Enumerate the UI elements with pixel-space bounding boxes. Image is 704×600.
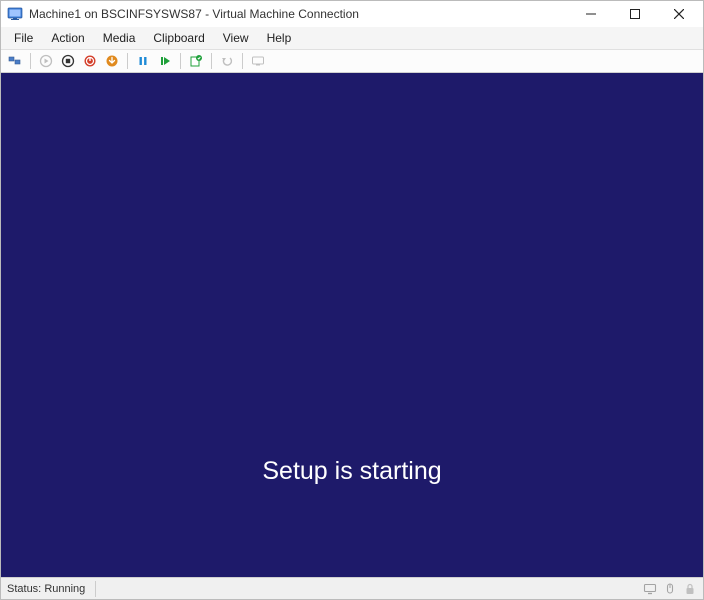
toolbar-separator <box>180 53 181 69</box>
pause-button[interactable] <box>133 51 153 71</box>
menu-view[interactable]: View <box>214 29 258 47</box>
app-icon <box>7 6 23 22</box>
menu-media[interactable]: Media <box>94 29 145 47</box>
enhanced-session-button <box>248 51 268 71</box>
toolbar-separator <box>30 53 31 69</box>
turn-off-button[interactable] <box>58 51 78 71</box>
vm-display-area[interactable]: Setup is starting <box>1 73 703 577</box>
menu-help[interactable]: Help <box>258 29 301 47</box>
status-value: Running <box>44 583 85 595</box>
title-bar: Machine1 on BSCINFSYSWS87 - Virtual Mach… <box>1 1 703 27</box>
display-icon <box>643 582 657 596</box>
maximize-button[interactable] <box>613 1 657 27</box>
status-label: Status: <box>7 583 41 595</box>
toolbar-separator <box>211 53 212 69</box>
status-icons <box>643 582 697 596</box>
start-button <box>36 51 56 71</box>
window-controls <box>569 1 701 27</box>
revert-button <box>217 51 237 71</box>
window-title: Machine1 on BSCINFSYSWS87 - Virtual Mach… <box>29 7 569 21</box>
checkpoint-button[interactable] <box>186 51 206 71</box>
reset-button[interactable] <box>155 51 175 71</box>
setup-message: Setup is starting <box>262 457 441 486</box>
lock-icon <box>683 582 697 596</box>
ctrl-alt-del-button[interactable] <box>5 51 25 71</box>
toolbar-separator <box>242 53 243 69</box>
toolbar-separator <box>127 53 128 69</box>
menu-bar: File Action Media Clipboard View Help <box>1 27 703 49</box>
close-button[interactable] <box>657 1 701 27</box>
menu-clipboard[interactable]: Clipboard <box>144 29 213 47</box>
status-separator <box>95 581 96 597</box>
menu-action[interactable]: Action <box>42 29 93 47</box>
menu-file[interactable]: File <box>5 29 42 47</box>
toolbar <box>1 49 703 73</box>
save-button[interactable] <box>102 51 122 71</box>
mouse-icon <box>663 582 677 596</box>
status-bar: Status: Running <box>1 577 703 599</box>
minimize-button[interactable] <box>569 1 613 27</box>
shut-down-button[interactable] <box>80 51 100 71</box>
